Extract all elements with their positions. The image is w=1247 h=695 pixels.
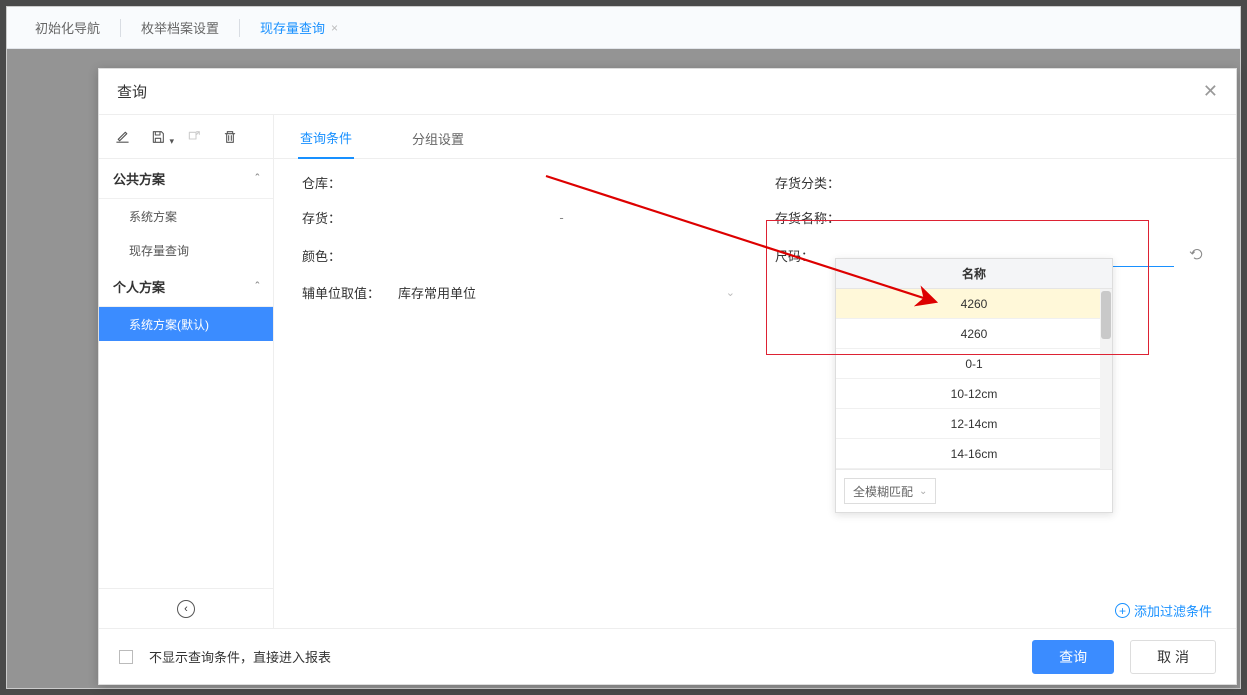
field-warehouse[interactable]: 仓库： [302, 173, 735, 192]
condition-tabs: 查询条件 分组设置 [274, 115, 1236, 159]
dropdown-item-label: 4260 [961, 327, 988, 341]
dropdown-header: 名称 [836, 259, 1112, 289]
dropdown-item-label: 12-14cm [951, 417, 998, 431]
field-value: - [388, 210, 735, 225]
chevron-up-icon: ˆ [255, 173, 259, 185]
field-value: 库存常用单位 [398, 283, 476, 302]
close-icon[interactable]: ✕ [1203, 81, 1218, 102]
match-mode-select[interactable]: 全模糊匹配 ⌄ [844, 478, 936, 504]
dropdown-list: 4260 4260 0-1 10-12cm 12-14cm 14-16cm [836, 289, 1112, 469]
sidebar-item-stock-query[interactable]: 现存量查询 [99, 233, 273, 267]
field-label: 辅单位取值： [302, 283, 398, 302]
size-dropdown: 名称 4260 4260 0-1 10-12cm 12-14cm 14-16cm… [835, 258, 1113, 513]
field-stock-name[interactable]: 存货名称： [775, 208, 1208, 227]
field-label: 存货名称： [775, 208, 861, 227]
skip-conditions-checkbox[interactable] [119, 650, 133, 664]
dropdown-item-label: 10-12cm [951, 387, 998, 401]
dropdown-item[interactable]: 10-12cm [836, 379, 1112, 409]
scheme-sidebar: ▾ 公共方案 ˆ 系统方案 现存量查询 个人方案 ˆ 系统方案(默认) [99, 115, 274, 628]
add-filter-label: 添加过滤条件 [1134, 601, 1212, 620]
tab-label: 查询条件 [300, 131, 352, 146]
tab-stock-query[interactable]: 现存量查询 × [244, 7, 354, 49]
sidebar-toolbar: ▾ [99, 115, 273, 159]
sidebar-footer: ‹ [99, 588, 273, 628]
sidebar-item-label: 系统方案 [129, 208, 177, 225]
tab-enum-archive[interactable]: 枚举档案设置 [125, 7, 235, 49]
tab-label: 枚举档案设置 [141, 18, 219, 37]
section-personal-schemes[interactable]: 个人方案 ˆ [99, 267, 273, 307]
tab-query-conditions[interactable]: 查询条件 [298, 128, 354, 159]
query-button[interactable]: 查询 [1032, 640, 1114, 674]
scrollbar-track[interactable] [1100, 289, 1112, 469]
dropdown-item-label: 4260 [961, 297, 988, 311]
save-icon[interactable]: ▾ [149, 128, 167, 146]
dropdown-item[interactable]: 14-16cm [836, 439, 1112, 469]
collapse-icon[interactable]: ‹ [177, 600, 195, 618]
tab-separator [120, 19, 121, 37]
sidebar-item-label: 现存量查询 [129, 242, 189, 259]
section-public-schemes[interactable]: 公共方案 ˆ [99, 159, 273, 199]
field-color[interactable]: 颜色： [302, 243, 735, 267]
tab-separator [239, 19, 240, 37]
dropdown-item[interactable]: 4260 [836, 289, 1112, 319]
tab-group-settings[interactable]: 分组设置 [410, 129, 466, 158]
skip-conditions-label: 不显示查询条件，直接进入报表 [149, 647, 331, 666]
section-label: 公共方案 [113, 169, 165, 188]
field-label: 颜色： [302, 246, 388, 265]
field-category[interactable]: 存货分类： [775, 173, 1208, 192]
delete-icon[interactable] [221, 128, 239, 146]
scrollbar-thumb[interactable] [1101, 291, 1111, 339]
dropdown-item-label: 14-16cm [951, 447, 998, 461]
dropdown-item[interactable]: 12-14cm [836, 409, 1112, 439]
export-icon[interactable] [185, 128, 203, 146]
dialog-title: 查询 [117, 81, 147, 102]
button-label: 查询 [1059, 647, 1087, 667]
field-aux-unit[interactable]: 辅单位取值： 库存常用单位 ⌄ [302, 283, 735, 302]
match-mode-label: 全模糊匹配 [853, 483, 913, 500]
add-filter-link[interactable]: + 添加过滤条件 [1115, 601, 1212, 620]
refresh-icon[interactable] [1186, 246, 1208, 265]
cancel-button[interactable]: 取 消 [1130, 640, 1216, 674]
sidebar-item-label: 系统方案(默认) [129, 316, 209, 333]
dialog-footer: 不显示查询条件，直接进入报表 查询 取 消 [99, 628, 1236, 684]
dropdown-item[interactable]: 0-1 [836, 349, 1112, 379]
section-label: 个人方案 [113, 277, 165, 296]
chevron-down-icon: ⌄ [919, 486, 927, 497]
edit-icon[interactable] [113, 128, 131, 146]
tab-label: 现存量查询 [260, 18, 325, 37]
field-label: 存货分类： [775, 173, 861, 192]
field-label: 仓库： [302, 173, 388, 192]
field-stock[interactable]: 存货： - [302, 208, 735, 227]
field-label: 存货： [302, 208, 388, 227]
tab-label: 分组设置 [412, 132, 464, 147]
plus-icon: + [1115, 603, 1130, 618]
button-label: 取 消 [1157, 647, 1189, 667]
sidebar-item-system[interactable]: 系统方案 [99, 199, 273, 233]
dropdown-item[interactable]: 4260 [836, 319, 1112, 349]
close-icon[interactable]: × [331, 21, 338, 35]
dialog-header: 查询 ✕ [99, 69, 1236, 115]
tab-init-nav[interactable]: 初始化导航 [19, 7, 116, 49]
chevron-up-icon: ˆ [255, 281, 259, 293]
chevron-down-icon: ⌄ [726, 286, 735, 299]
dropdown-footer: 全模糊匹配 ⌄ [836, 469, 1112, 512]
page-tabs: 初始化导航 枚举档案设置 现存量查询 × [7, 7, 1240, 49]
tab-label: 初始化导航 [35, 18, 100, 37]
sidebar-item-system-default[interactable]: 系统方案(默认) [99, 307, 273, 341]
dropdown-item-label: 0-1 [965, 357, 982, 371]
